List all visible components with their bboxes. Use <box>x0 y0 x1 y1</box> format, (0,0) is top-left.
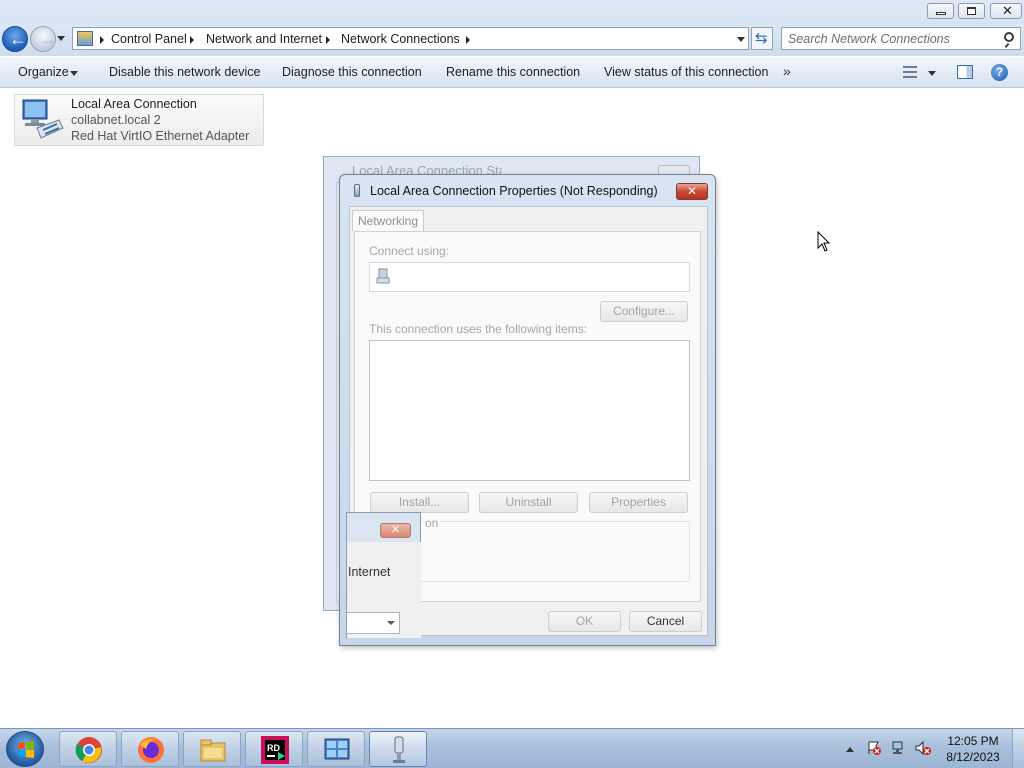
address-bar[interactable]: Control Panel Network and Internet Netwo… <box>72 27 749 50</box>
back-arrow-icon: ← <box>9 29 27 49</box>
organize-button[interactable]: Organize <box>18 65 69 79</box>
breadcrumb-arrow-icon[interactable] <box>466 36 470 44</box>
connection-network: collabnet.local 2 <box>71 113 161 127</box>
action-center-icon[interactable] <box>866 740 882 756</box>
show-hidden-icons-button[interactable] <box>846 747 854 752</box>
system-clock[interactable]: 12:05 PM 8/12/2023 <box>938 733 1008 765</box>
view-status-button[interactable]: View status of this connection <box>604 65 768 79</box>
taskbar-file-explorer[interactable] <box>183 731 241 767</box>
items-label: This connection uses the following items… <box>369 322 588 336</box>
description-label: on <box>423 516 441 530</box>
breadcrumb-arrow-icon[interactable] <box>100 36 104 44</box>
network-adapter-icon <box>22 99 64 139</box>
popup-close-button[interactable]: ✕ <box>380 523 411 538</box>
close-icon: ✕ <box>1002 3 1013 18</box>
breadcrumb-arrow-icon[interactable] <box>326 36 330 44</box>
navigation-bar: ← → Control Panel Network and Internet N… <box>0 24 1024 56</box>
more-commands-button[interactable]: » <box>783 63 791 79</box>
change-view-icon[interactable] <box>903 66 917 78</box>
clock-date: 8/12/2023 <box>946 750 1000 764</box>
network-properties-icon <box>393 736 405 763</box>
back-button[interactable]: ← <box>2 26 28 52</box>
tab-networking[interactable]: Networking <box>352 210 424 231</box>
taskbar-firefox[interactable] <box>121 731 179 767</box>
forward-button[interactable]: → <box>30 26 57 52</box>
command-bar: Organize Disable this network device Dia… <box>0 56 1024 88</box>
dialog-close-button[interactable]: ✕ <box>676 183 708 200</box>
search-icon[interactable] <box>1004 32 1014 42</box>
organize-dropdown-icon[interactable] <box>70 71 78 76</box>
search-box[interactable] <box>781 27 1021 50</box>
breadcrumb-arrow-icon[interactable] <box>190 36 194 44</box>
windows-logo-icon <box>18 741 34 758</box>
restore-button[interactable] <box>958 3 985 19</box>
svg-text:RD: RD <box>267 743 280 753</box>
breadcrumb-network-and-internet[interactable]: Network and Internet <box>206 32 322 46</box>
taskbar: RD 12:05 PM 8/12/2023 <box>0 728 1024 768</box>
minimize-icon <box>936 12 946 15</box>
popup-dropdown[interactable] <box>347 612 400 634</box>
volume-muted-icon[interactable] <box>915 740 931 756</box>
firefox-icon <box>138 737 164 763</box>
taskbar-network-connections[interactable] <box>307 731 365 767</box>
disable-device-button[interactable]: Disable this network device <box>109 65 260 79</box>
taskbar-rider[interactable]: RD <box>245 731 303 767</box>
connection-adapter: Red Hat VirtIO Ethernet Adapter <box>71 129 250 143</box>
dialog-title: Local Area Connection Properties (Not Re… <box>370 184 658 198</box>
recent-pages-dropdown[interactable] <box>57 36 65 41</box>
mouse-cursor-icon <box>817 231 831 252</box>
preview-pane-icon[interactable] <box>957 65 973 79</box>
adapter-icon <box>376 268 390 284</box>
clock-time: 12:05 PM <box>947 734 999 748</box>
breadcrumb-control-panel[interactable]: Control Panel <box>111 32 187 46</box>
connection-name: Local Area Connection <box>71 97 197 111</box>
connection-items-list[interactable] <box>369 340 690 481</box>
install-button[interactable]: Install... <box>370 492 469 513</box>
cancel-button[interactable]: Cancel <box>629 611 702 632</box>
uninstall-button[interactable]: Uninstall <box>479 492 578 513</box>
network-connections-icon <box>324 738 350 760</box>
window-title-bar: ✕ <box>0 0 1024 24</box>
refresh-icon: ⇆ <box>755 30 768 47</box>
connect-using-label: Connect using: <box>369 244 450 258</box>
show-desktop-button[interactable] <box>1012 729 1024 768</box>
breadcrumb-network-connections[interactable]: Network Connections <box>341 32 460 46</box>
properties-button[interactable]: Properties <box>589 492 688 513</box>
restore-icon <box>967 7 976 15</box>
dialog-network-icon <box>354 184 360 197</box>
address-dropdown-icon[interactable] <box>737 37 745 42</box>
adapter-field <box>369 262 690 292</box>
diagnose-button[interactable]: Diagnose this connection <box>282 65 422 79</box>
refresh-button[interactable]: ⇆ <box>751 27 773 50</box>
description-group <box>377 521 690 582</box>
forward-arrow-icon: → <box>39 29 57 49</box>
search-input[interactable] <box>788 30 998 47</box>
control-panel-icon <box>77 31 93 46</box>
help-icon[interactable]: ? <box>991 64 1008 81</box>
rename-button[interactable]: Rename this connection <box>446 65 580 79</box>
rider-icon: RD <box>261 736 289 764</box>
start-button[interactable] <box>6 731 44 767</box>
popup-dialog: ✕ Internet <box>346 512 421 638</box>
popup-label: Internet <box>348 565 391 579</box>
taskbar-network-properties[interactable] <box>369 731 427 767</box>
close-button[interactable]: ✕ <box>990 3 1022 19</box>
popup-body: Internet <box>347 542 421 638</box>
network-connection-item[interactable]: Local Area Connection collabnet.local 2 … <box>14 94 264 146</box>
file-explorer-icon <box>200 739 226 762</box>
network-icon[interactable] <box>891 740 907 756</box>
taskbar-chrome[interactable] <box>59 731 117 767</box>
chrome-icon <box>75 737 102 763</box>
ok-button[interactable]: OK <box>548 611 621 632</box>
configure-button[interactable]: Configure... <box>600 301 688 322</box>
change-view-dropdown-icon[interactable] <box>928 71 936 76</box>
minimize-button[interactable] <box>927 3 954 19</box>
